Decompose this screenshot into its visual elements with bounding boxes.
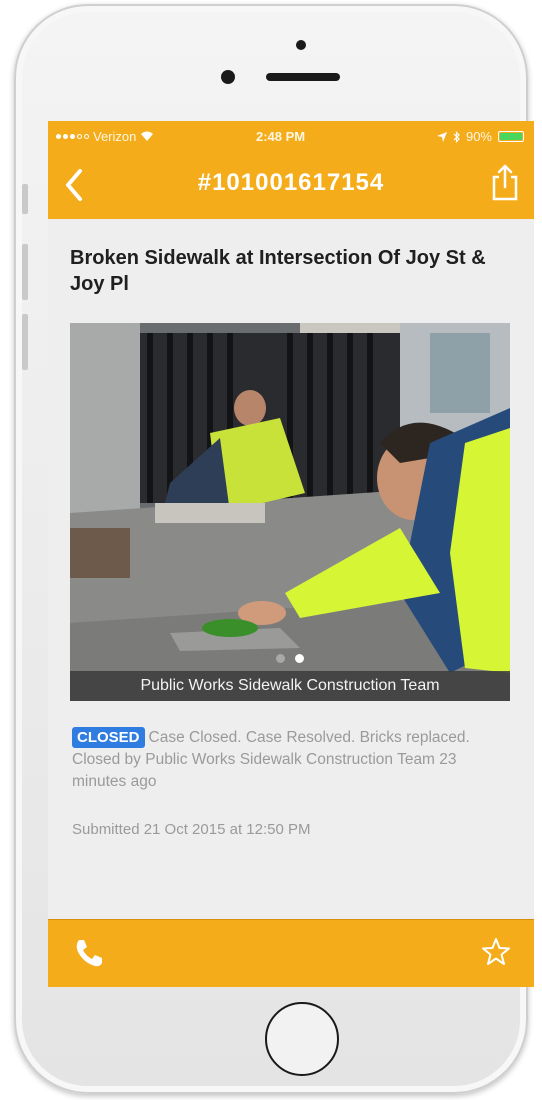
case-number-title: #101001617154 <box>197 169 385 196</box>
carrier-label: Verizon <box>93 129 137 144</box>
work-crew-photo <box>70 323 510 701</box>
photo-page-indicator[interactable] <box>70 654 510 663</box>
call-button[interactable] <box>72 936 106 970</box>
status-left: Verizon <box>56 129 154 144</box>
case-title: Broken Sidewalk at Intersection Of Joy S… <box>70 247 486 295</box>
home-button[interactable] <box>265 1002 339 1076</box>
nav-bar: #101001617154 <box>48 151 534 219</box>
bottom-toolbar <box>48 919 534 987</box>
mute-switch <box>22 184 28 214</box>
front-camera <box>221 70 235 84</box>
favorite-button[interactable] <box>480 936 512 968</box>
photo-caption: Public Works Sidewalk Construction Team <box>70 671 510 701</box>
star-icon <box>482 938 510 965</box>
page-dot[interactable] <box>276 654 285 663</box>
volume-down-button <box>22 314 28 370</box>
share-button[interactable] <box>490 163 520 203</box>
signal-dots-icon <box>56 134 89 139</box>
share-icon <box>492 164 518 201</box>
battery-icon <box>498 131 524 142</box>
phone-icon <box>76 940 102 967</box>
submitted-date: Submitted 21 Oct 2015 at 12:50 PM <box>72 821 311 838</box>
app-screen: Verizon 2:48 PM 90% #101001617154 Broken… <box>48 121 534 987</box>
status-right: 90% <box>436 129 524 144</box>
earpiece-speaker <box>266 73 340 81</box>
battery-percent: 90% <box>465 129 492 144</box>
bluetooth-icon <box>453 130 460 143</box>
page-dot-active[interactable] <box>295 654 304 663</box>
status-badge: CLOSED <box>72 727 145 748</box>
status-bar: Verizon 2:48 PM 90% <box>48 121 534 151</box>
proximity-sensor <box>296 40 306 50</box>
volume-up-button <box>22 244 28 300</box>
status-time: 2:48 PM <box>256 129 306 144</box>
case-photo[interactable]: Public Works Sidewalk Construction Team <box>70 323 510 701</box>
case-status: CLOSED Case Closed. Case Resolved. Bricks… <box>72 727 504 793</box>
wifi-icon <box>141 131 154 141</box>
location-arrow-icon <box>436 131 447 142</box>
